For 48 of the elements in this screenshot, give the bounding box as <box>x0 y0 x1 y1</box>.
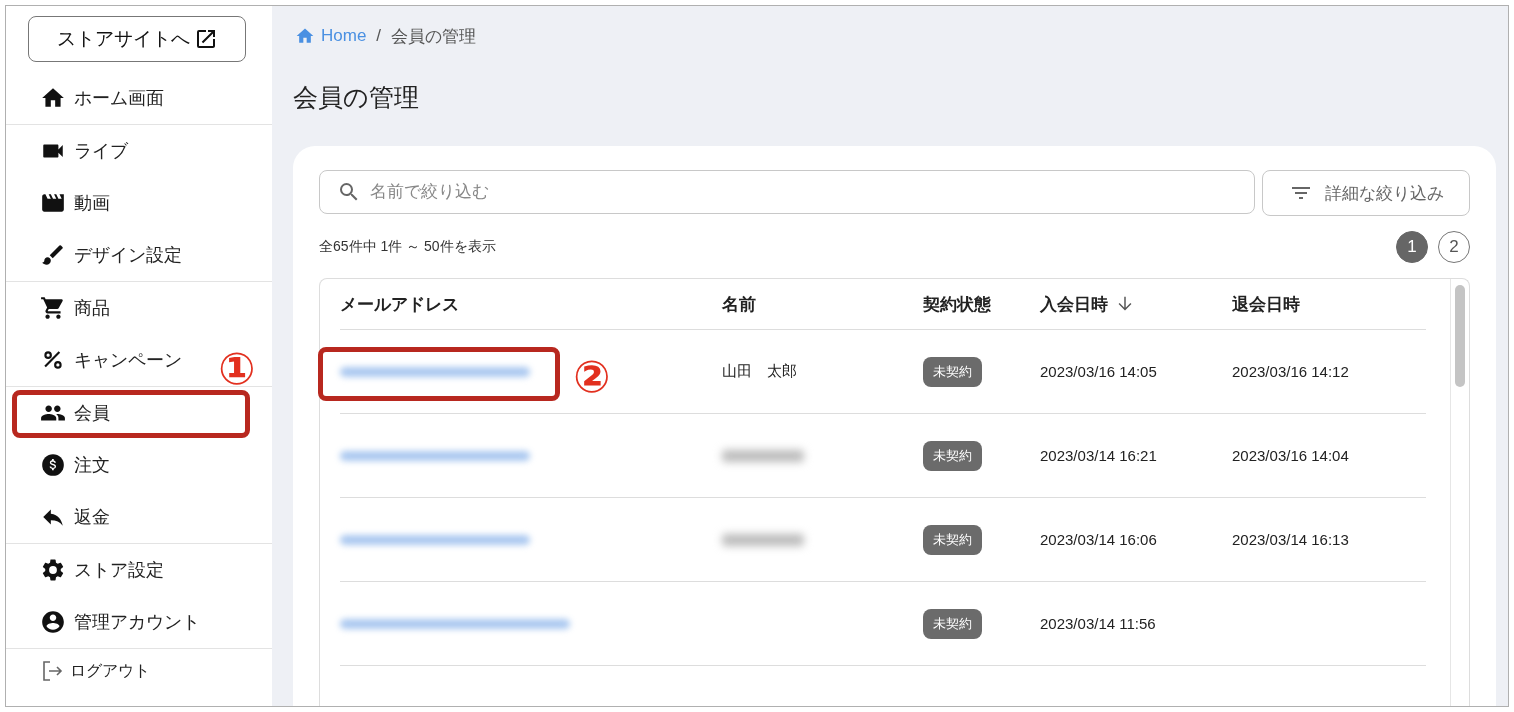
brush-icon <box>40 242 66 268</box>
table-cell: 山田 太郎 <box>722 362 797 381</box>
sidebar-item[interactable]: キャンペーン <box>40 334 182 386</box>
table-cell: 2023/03/14 11:56 <box>1040 615 1156 632</box>
settings-icon <box>40 557 66 583</box>
status-badge: 未契約 <box>923 608 982 639</box>
sidebar-item[interactable]: 動画 <box>40 177 110 229</box>
logout-icon <box>40 659 64 683</box>
sidebar-item[interactable]: 注文 <box>40 439 110 491</box>
table-cell: 2023/03/14 16:21 <box>1040 447 1157 464</box>
page-title: 会員の管理 <box>293 81 420 113</box>
sidebar-item[interactable]: 管理アカウント <box>40 596 200 648</box>
sidebar-item[interactable]: 会員 <box>40 387 110 439</box>
sidebar-item[interactable]: ストア設定 <box>40 544 164 596</box>
table-cell: 2023/03/16 14:04 <box>1232 447 1349 464</box>
annotation-number: ② <box>572 351 612 403</box>
breadcrumb-separator: / <box>376 26 382 46</box>
column-header[interactable]: 退会日時 <box>1232 292 1300 316</box>
sidebar-item[interactable]: ライブ <box>40 125 128 177</box>
annotation-number: ① <box>217 343 257 395</box>
sidebar-item[interactable]: デザイン設定 <box>40 229 182 281</box>
dollar-icon <box>40 452 66 478</box>
column-header[interactable]: 入会日時 <box>1040 292 1108 316</box>
column-header[interactable]: メールアドレス <box>340 292 459 316</box>
table-cell: 2023/03/14 16:13 <box>1232 531 1349 548</box>
advanced-filter-button[interactable]: 詳細な絞り込み <box>1262 170 1470 216</box>
account-icon <box>40 609 66 635</box>
result-count: 全65件中 1件 ～ 50件を表示 <box>319 238 496 256</box>
store-site-button[interactable]: ストアサイトへ <box>28 16 246 62</box>
search-field[interactable]: 名前で絞り込む <box>319 170 1255 214</box>
breadcrumb-current: 会員の管理 <box>391 25 477 48</box>
table-cell: 2023/03/16 14:05 <box>1040 363 1157 380</box>
home-icon <box>295 26 315 46</box>
table-cell: 2023/03/16 14:12 <box>1232 363 1349 380</box>
page-button[interactable]: 1 <box>1396 231 1428 263</box>
logout-item[interactable]: ログアウト <box>6 649 272 693</box>
table-cell: 2023/03/14 16:06 <box>1040 531 1157 548</box>
column-header[interactable]: 契約状態 <box>923 292 991 316</box>
cart-icon <box>40 295 66 321</box>
page-button[interactable]: 2 <box>1438 231 1470 263</box>
status-badge: 未契約 <box>923 356 982 387</box>
sidebar-item[interactable]: ホーム画面 <box>40 72 164 124</box>
sidebar-item[interactable]: 商品 <box>40 282 110 334</box>
column-header[interactable]: 名前 <box>722 292 756 316</box>
scrollbar-thumb[interactable] <box>1455 285 1465 387</box>
status-badge: 未契約 <box>923 524 982 555</box>
status-badge: 未契約 <box>923 440 982 471</box>
sidebar-item[interactable]: 返金 <box>40 491 110 543</box>
